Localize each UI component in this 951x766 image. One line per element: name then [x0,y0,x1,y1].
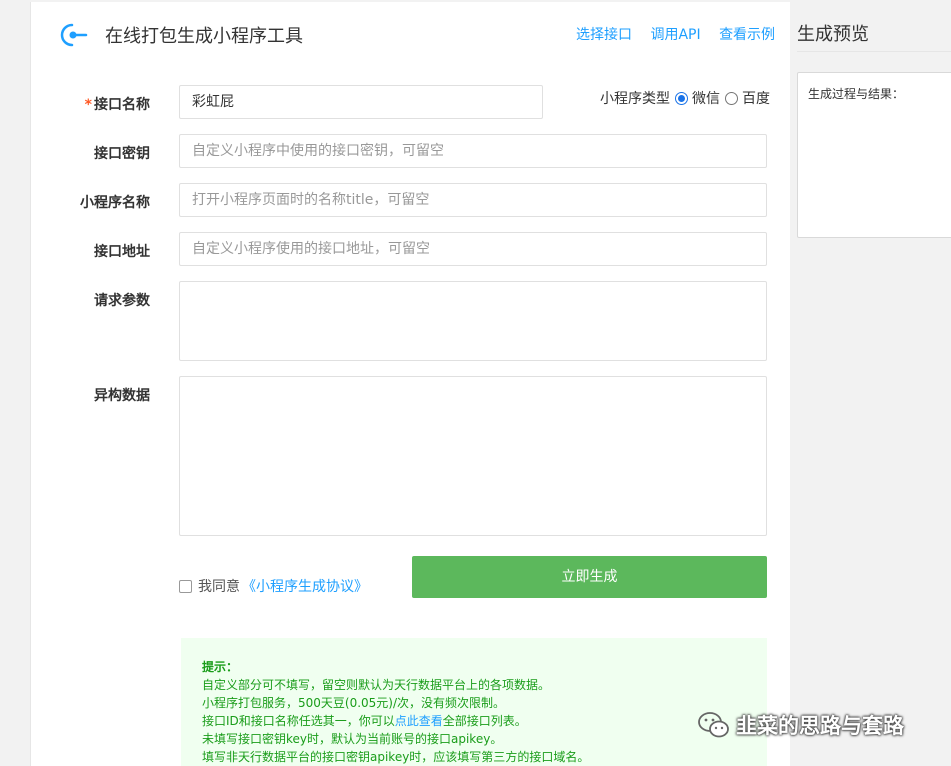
api-url-input[interactable]: 自定义小程序使用的接口地址，可留空 [179,232,767,266]
preview-text: 生成过程与结果： [808,87,905,101]
api-name-label: * 接口名称 [30,94,150,114]
watermark-text: 韭菜的思路与套路 [736,714,904,738]
agreement-row: 我同意 《小程序生成协议》 [179,576,368,596]
agree-text: 我同意 [198,579,240,595]
mp-name-label: 小程序名称 [80,195,150,211]
mp-type-label: 小程序类型 [600,91,670,107]
tips-line: 小程序打包服务，500天豆(0.05元)/次，没有频次限制。 [202,696,506,710]
tips-title: 提示： [202,660,239,674]
tips-text: 全部接口列表。 [442,714,527,728]
hetero-data-textarea[interactable] [179,376,767,536]
tips-line: 未填写接口密钥key时，默认为当前账号的接口apikey。 [202,732,503,746]
agree-checkbox[interactable] [179,579,192,593]
radio-baidu[interactable] [725,91,738,105]
tips-text: 接口ID和接口名称任选其一，你可以 [202,714,395,728]
tips-line: 填写非天行数据平台的接口密钥apikey时，应该填写第三方的接口域名。 [202,750,590,764]
api-key-input[interactable]: 自定义小程序中使用的接口密钥，可留空 [179,134,767,168]
agreement-link[interactable]: 《小程序生成协议》 [242,576,368,596]
page-title: 在线打包生成小程序工具 [105,26,303,47]
preview-title: 生成预览 [797,24,869,45]
view-example-link[interactable]: 查看示例 [719,27,775,43]
call-api-link[interactable]: 调用API [650,27,700,43]
hetero-data-label: 异构数据 [94,388,150,404]
preview-output: 生成过程与结果： [797,72,951,238]
select-api-link[interactable]: 选择接口 [576,27,632,43]
required-mark: * [84,97,92,113]
mp-type-group: 小程序类型 微信 百度 [600,88,770,108]
view-all-apis-link[interactable]: 点此查看 [395,714,443,728]
api-name-input[interactable]: 彩虹屁 [179,85,543,119]
tips-line: 接口ID和接口名称任选其一，你可以点此查看全部接口列表。 [202,712,767,730]
top-links: 选择接口 调用API 查看示例 [576,24,775,44]
watermark: 韭菜的思路与套路 [696,707,904,743]
api-url-label: 接口地址 [94,244,150,260]
api-name-label-text: 接口名称 [94,97,150,113]
mp-name-input[interactable]: 打开小程序页面时的名称title，可留空 [179,183,767,217]
app-logo-icon [60,23,88,47]
tips-panel: 提示： 自定义部分可不填写，留空则默认为天行数据平台上的各项数据。 小程序打包服… [181,638,767,766]
radio-wechat-label[interactable]: 微信 [692,88,720,108]
wechat-icon [698,712,729,738]
generate-button[interactable]: 立即生成 [412,556,767,598]
api-key-label: 接口密钥 [94,146,150,162]
radio-wechat[interactable] [675,91,688,105]
params-textarea[interactable] [179,281,767,361]
divider [797,51,951,52]
tips-line: 自定义部分可不填写，留空则默认为天行数据平台上的各项数据。 [202,678,551,692]
params-label: 请求参数 [94,293,150,309]
radio-baidu-label[interactable]: 百度 [742,88,770,108]
